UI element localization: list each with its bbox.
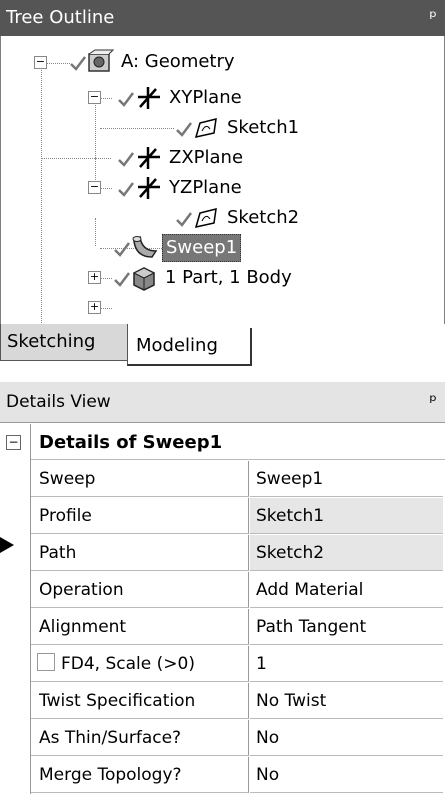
tab-sketching[interactable]: Sketching xyxy=(0,324,128,361)
sketch-icon xyxy=(194,208,217,229)
collapse-toggle-yzplane[interactable]: − xyxy=(88,181,101,194)
property-name: Merge Topology? xyxy=(31,757,249,793)
details-row-twist[interactable]: Twist Specification No Twist xyxy=(0,683,445,720)
tree-node-label: A: Geometry xyxy=(121,51,235,72)
pointer-arrow-icon xyxy=(0,537,14,553)
tree-node-label: Sweep1 xyxy=(162,234,242,262)
tree-node-label: 1 Part, 1 Body xyxy=(165,267,292,288)
sketch-icon xyxy=(194,118,217,139)
property-value[interactable]: Sketch2 xyxy=(250,535,443,571)
checkmark-icon xyxy=(118,92,134,107)
checkmark-icon xyxy=(176,122,192,137)
expand-toggle-part-body[interactable]: + xyxy=(88,301,101,314)
collapse-toggle-geometry[interactable]: − xyxy=(34,56,47,69)
property-name: Path xyxy=(31,535,249,571)
details-row-sweep[interactable]: Sweep Sweep1 xyxy=(0,461,445,498)
property-name: Profile xyxy=(31,498,249,534)
parameter-checkbox[interactable] xyxy=(37,653,55,671)
collapse-toggle-details[interactable]: − xyxy=(6,435,21,450)
property-value[interactable]: No Twist xyxy=(250,683,443,719)
collapse-toggle-xyplane[interactable]: − xyxy=(88,91,101,104)
checkmark-icon xyxy=(118,152,134,167)
sweep-icon xyxy=(132,235,158,258)
plane-axes-icon xyxy=(138,147,160,169)
details-row-path[interactable]: Path Sketch2 xyxy=(0,535,445,572)
details-row-alignment[interactable]: Alignment Path Tangent xyxy=(0,609,445,646)
details-view-header: Details View ᵖ xyxy=(0,382,445,423)
tree-node-label: Sketch2 xyxy=(227,207,300,228)
property-value[interactable]: No xyxy=(250,757,443,793)
checkmark-icon xyxy=(176,212,192,227)
details-group-title: Details of Sweep1 xyxy=(31,424,445,460)
plane-axes-icon xyxy=(138,87,160,109)
property-name: FD4, Scale (>0) xyxy=(61,654,195,674)
details-group-row: − Details of Sweep1 xyxy=(0,424,445,461)
tree-tabs-bar: Sketching Modeling xyxy=(0,324,445,376)
tree-node-label: YZPlane xyxy=(169,177,242,198)
checkmark-icon xyxy=(114,242,130,257)
pushpin-icon[interactable]: ᵖ xyxy=(429,382,437,422)
details-view-title: Details View xyxy=(6,392,111,412)
checkmark-icon xyxy=(118,182,134,197)
tree-outline-panel: Tree Outline ᵖ − − − + + A: Geometry XYP… xyxy=(0,0,445,376)
details-row-merge-topology[interactable]: Merge Topology? No xyxy=(0,757,445,794)
tree-outline-title: Tree Outline xyxy=(6,7,115,28)
property-value[interactable]: Path Tangent xyxy=(250,609,443,645)
part-body-icon xyxy=(132,267,156,291)
property-value[interactable]: Add Material xyxy=(250,572,443,608)
checkmark-icon xyxy=(114,272,130,287)
details-row-thin-surface[interactable]: As Thin/Surface? No xyxy=(0,720,445,757)
plane-axes-icon xyxy=(138,177,160,199)
expand-toggle-sweep1[interactable]: + xyxy=(88,271,101,284)
pushpin-icon[interactable]: ᵖ xyxy=(429,0,437,36)
property-value[interactable]: 1 xyxy=(250,646,443,682)
checkmark-icon xyxy=(70,56,86,71)
property-name: Sweep xyxy=(31,461,249,497)
property-name-with-checkbox: FD4, Scale (>0) xyxy=(31,646,249,682)
tab-modeling[interactable]: Modeling xyxy=(127,328,252,366)
tree-node-label: ZXPlane xyxy=(169,147,244,168)
property-name: Operation xyxy=(31,572,249,608)
details-row-scale[interactable]: FD4, Scale (>0) 1 xyxy=(0,646,445,683)
tree-node-label: XYPlane xyxy=(169,87,242,108)
details-row-profile[interactable]: Profile Sketch1 xyxy=(0,498,445,535)
property-name: As Thin/Surface? xyxy=(31,720,249,756)
property-name: Alignment xyxy=(31,609,249,645)
property-name: Twist Specification xyxy=(31,683,249,719)
property-value[interactable]: Sketch1 xyxy=(250,498,443,534)
tree-outline-header: Tree Outline ᵖ xyxy=(0,0,445,36)
property-value[interactable]: No xyxy=(250,720,443,756)
details-row-operation[interactable]: Operation Add Material xyxy=(0,572,445,609)
geometry-icon xyxy=(88,49,114,72)
property-value[interactable]: Sweep1 xyxy=(250,461,443,497)
tree-node-label: Sketch1 xyxy=(227,117,300,138)
